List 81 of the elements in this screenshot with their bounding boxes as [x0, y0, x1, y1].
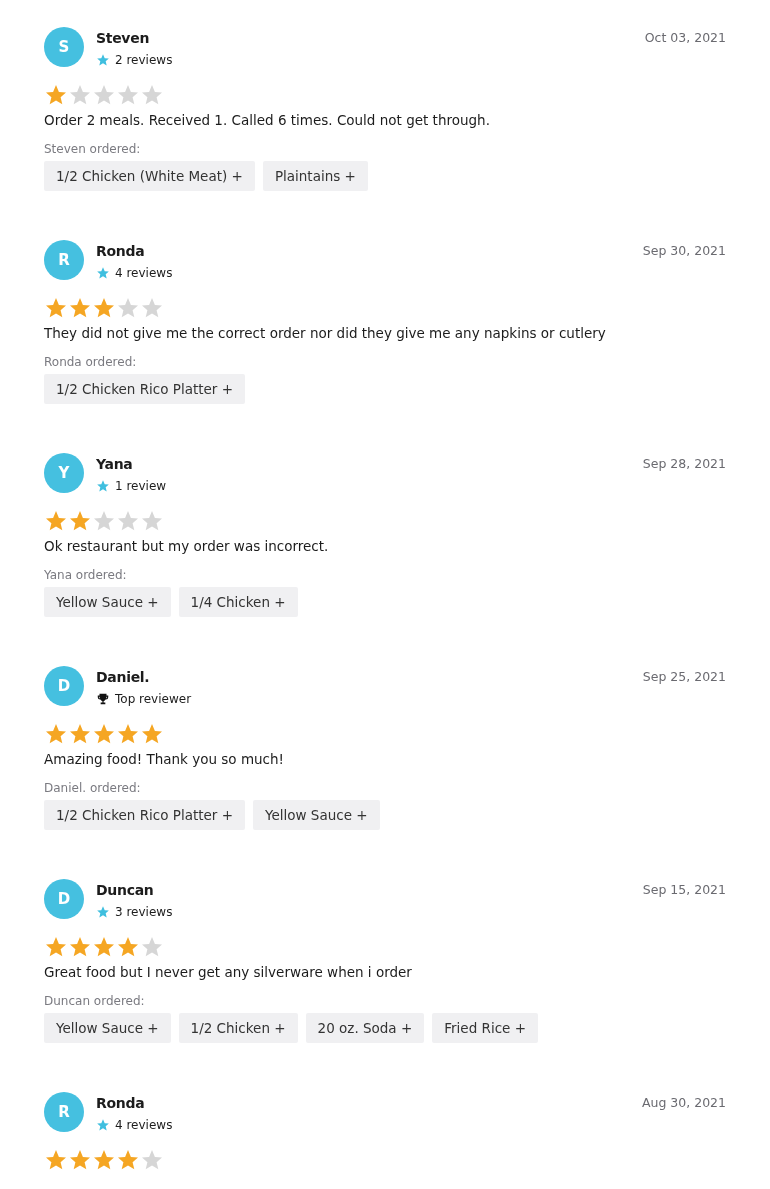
avatar: Y	[44, 453, 84, 493]
review-text: Order 2 meals. Received 1. Called 6 times. Could not get through.	[44, 112, 491, 128]
menu-item-chip[interactable]: Yellow Sauce +	[253, 800, 380, 830]
badge-text: 2 reviews	[115, 53, 173, 67]
menu-item-chip[interactable]: Yellow Sauce +	[44, 1013, 171, 1043]
star-icon	[68, 935, 92, 959]
menu-item-chip[interactable]: 1/4 Chicken +	[178, 587, 298, 617]
star-icon	[92, 83, 116, 107]
menu-item-chip[interactable]: Yellow Sauce +	[44, 587, 171, 617]
star-icon	[96, 53, 110, 67]
review-date: Sep 30, 2021	[642, 243, 726, 258]
review-text: Great food but I never get any silverware when i order	[44, 964, 413, 980]
reviewer-name: Ronda	[96, 243, 146, 259]
star-icon	[68, 83, 92, 107]
menu-item-chip[interactable]: 20 oz. Soda +	[305, 1013, 425, 1043]
badge-text: 3 reviews	[115, 905, 173, 919]
reviewer-name: Daniel.	[96, 669, 151, 685]
star-icon	[44, 296, 68, 320]
star-icon	[96, 905, 110, 919]
star-icon	[140, 1148, 164, 1172]
star-icon	[92, 722, 116, 746]
ordered-label: Daniel. ordered:	[44, 781, 142, 795]
review-text: Ok restaurant but my order was incorrect.	[44, 538, 330, 554]
menu-item-chip[interactable]: Fried Rice +	[432, 1013, 538, 1043]
star-icon	[140, 83, 164, 107]
review-text: Amazing food! Thank you so much!	[44, 751, 285, 767]
star-icon	[116, 509, 140, 533]
ordered-label: Steven ordered:	[44, 142, 142, 156]
star-icon	[116, 935, 140, 959]
avatar: D	[44, 879, 84, 919]
avatar: D	[44, 666, 84, 706]
star-icon	[92, 509, 116, 533]
star-icon	[140, 296, 164, 320]
star-icon	[44, 722, 68, 746]
review-date: Aug 30, 2021	[641, 1095, 726, 1110]
star-icon	[116, 296, 140, 320]
avatar: S	[44, 27, 84, 67]
review-date: Oct 03, 2021	[644, 30, 726, 45]
star-icon	[96, 1118, 110, 1132]
badge-text: 1 review	[115, 479, 167, 493]
star-icon	[92, 1148, 116, 1172]
avatar: R	[44, 1092, 84, 1132]
star-icon	[92, 935, 116, 959]
menu-item-chip[interactable]: 1/2 Chicken (White Meat) +	[44, 161, 255, 191]
badge-text: 4 reviews	[115, 266, 173, 280]
star-icon	[68, 296, 92, 320]
menu-item-chip[interactable]: 1/2 Chicken +	[178, 1013, 298, 1043]
star-icon	[44, 1148, 68, 1172]
star-icon	[140, 722, 164, 746]
reviewer-name: Duncan	[96, 882, 155, 898]
menu-item-chip[interactable]: 1/2 Chicken Rico Platter +	[44, 800, 245, 830]
star-icon	[44, 83, 68, 107]
star-icon	[140, 935, 164, 959]
star-icon	[44, 509, 68, 533]
star-icon	[96, 266, 110, 280]
reviewer-name: Yana	[96, 456, 134, 472]
badge-text: Top reviewer	[115, 692, 192, 706]
star-icon	[44, 935, 68, 959]
star-icon	[92, 296, 116, 320]
menu-item-chip[interactable]: Plaintains +	[262, 161, 368, 191]
trophy-icon	[96, 692, 110, 706]
badge-text: 4 reviews	[115, 1118, 173, 1132]
star-icon	[68, 509, 92, 533]
menu-item-chip[interactable]: 1/2 Chicken Rico Platter +	[44, 374, 245, 404]
ordered-label: Yana ordered:	[44, 568, 128, 582]
star-icon	[96, 479, 110, 493]
ordered-label: Ronda ordered:	[44, 355, 138, 369]
ordered-label: Duncan ordered:	[44, 994, 146, 1008]
reviewer-name: Ronda	[96, 1095, 146, 1111]
review-date: Sep 25, 2021	[642, 669, 726, 684]
star-icon	[68, 1148, 92, 1172]
reviewer-name: Steven	[96, 30, 151, 46]
star-icon	[116, 1148, 140, 1172]
review-text: They did not give me the correct order nor did they give me any napkins or cutlery	[44, 325, 607, 341]
avatar: R	[44, 240, 84, 280]
star-icon	[68, 722, 92, 746]
star-icon	[116, 722, 140, 746]
star-icon	[116, 83, 140, 107]
review-date: Sep 15, 2021	[642, 882, 726, 897]
star-icon	[140, 509, 164, 533]
review-date: Sep 28, 2021	[642, 456, 726, 471]
